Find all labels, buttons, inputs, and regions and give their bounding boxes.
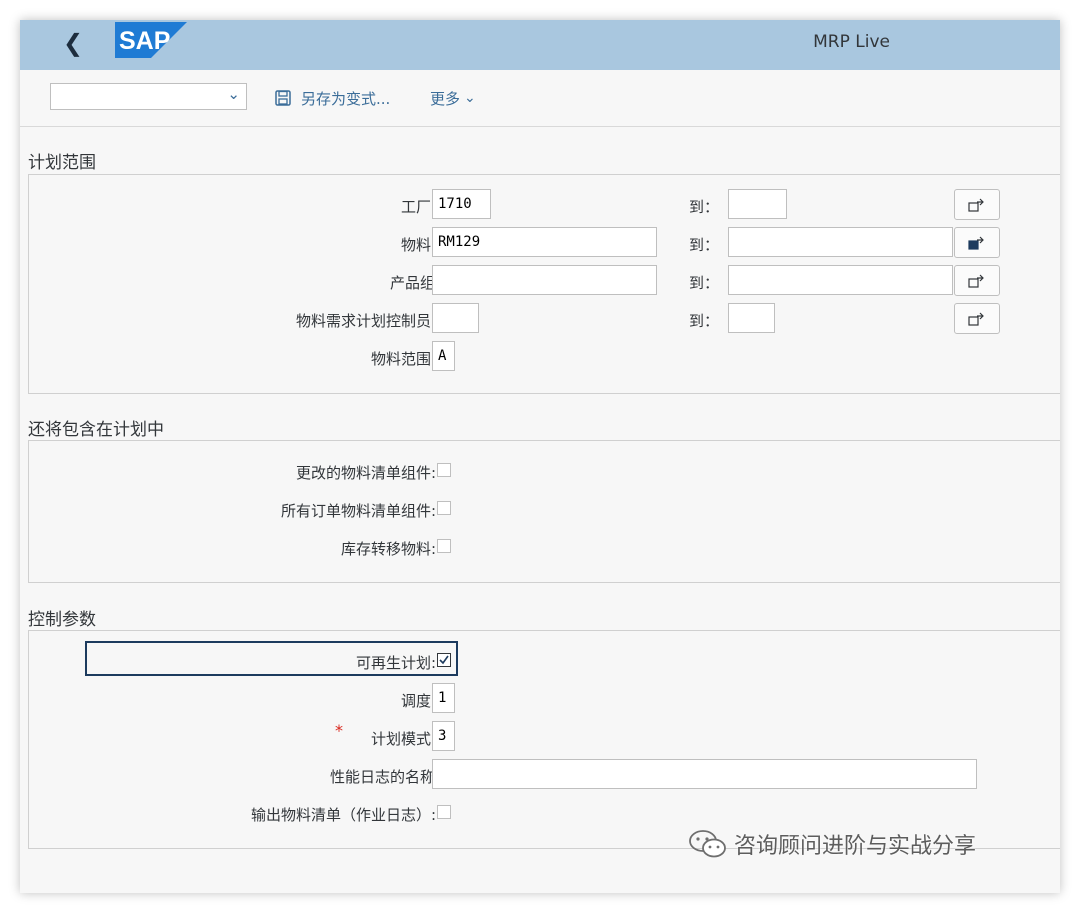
product-group-from-input[interactable]: [432, 265, 657, 295]
multiple-selection-icon: [968, 274, 984, 288]
back-button[interactable]: ❮: [58, 28, 88, 58]
all-order-bom-components-label: 所有订单物料清单组件:: [280, 502, 436, 520]
changed-bom-components-checkbox[interactable]: [437, 463, 451, 477]
output-bom-job-log-checkbox[interactable]: [437, 805, 451, 819]
output-bom-job-log-label: 输出物料清单（作业日志）:: [250, 806, 436, 824]
focus-indicator: [85, 641, 458, 676]
save-as-variant-button[interactable]: 另存为变式...: [275, 86, 390, 110]
mrp-controller-to-input[interactable]: [728, 303, 775, 333]
chevron-down-icon: ⌄: [464, 90, 476, 106]
material-label: 物料:: [400, 236, 436, 254]
material-to-label: 到：: [689, 236, 720, 254]
changed-bom-components-label: 更改的物料清单组件:: [295, 464, 436, 482]
multiple-selection-icon: [968, 198, 984, 212]
save-as-variant-label: 另存为变式...: [301, 89, 391, 108]
stock-transfer-materials-checkbox[interactable]: [437, 539, 451, 553]
group-also-include: 更改的物料清单组件: 所有订单物料清单组件: 库存转移物料:: [28, 440, 1060, 583]
product-group-to-label: 到：: [689, 274, 720, 292]
section-title-planning-scope: 计划范围: [28, 153, 96, 173]
svg-text:SAP: SAP: [119, 27, 170, 55]
plant-multiple-selection-button[interactable]: [954, 189, 1000, 220]
variant-toolbar: ⌄ 另存为变式... 更多 ⌄: [20, 70, 1060, 127]
mrp-controller-to-label: 到：: [689, 312, 720, 330]
mrp-controller-multiple-selection-button[interactable]: [954, 303, 1000, 334]
wechat-icon: [689, 830, 726, 858]
material-to-input[interactable]: [728, 227, 953, 257]
wechat-watermark: 咨询顾问进阶与实战分享: [688, 828, 976, 860]
all-order-bom-components-checkbox[interactable]: [437, 501, 451, 515]
planning-mode-input[interactable]: 3: [432, 721, 455, 751]
mrp-controller-label: 物料需求计划控制员:: [295, 312, 436, 330]
material-scope-label: 物料范围:: [370, 350, 436, 368]
chevron-down-icon: ⌄: [227, 85, 240, 103]
scheduling-input[interactable]: 1: [432, 683, 455, 713]
chevron-left-icon: ❮: [62, 29, 84, 57]
more-label: 更多: [430, 89, 461, 108]
floppy-disk-icon: [275, 90, 291, 106]
variant-select[interactable]: ⌄: [50, 83, 247, 110]
watermark-text: 咨询顾问进阶与实战分享: [734, 834, 977, 859]
planning-mode-label: 计划模式:: [370, 730, 436, 748]
product-group-multiple-selection-button[interactable]: [954, 265, 1000, 296]
more-button[interactable]: 更多 ⌄: [430, 86, 476, 110]
performance-log-name-input[interactable]: [432, 759, 977, 789]
multiple-selection-icon: [968, 312, 984, 326]
material-from-input[interactable]: RM129: [432, 227, 657, 257]
material-scope-input[interactable]: A: [432, 341, 455, 371]
shell-bar: ❮ SAP MRP Live: [20, 20, 1060, 70]
plant-from-input[interactable]: 1710: [432, 189, 491, 219]
app-title: MRP Live: [813, 32, 890, 52]
sap-logo: SAP: [115, 22, 187, 58]
multiple-selection-active-icon: [968, 236, 984, 250]
required-marker: *: [335, 721, 343, 740]
section-title-control-params: 控制参数: [28, 610, 96, 630]
scheduling-label: 调度:: [400, 692, 436, 710]
product-group-to-input[interactable]: [728, 265, 953, 295]
app-frame: ❮ SAP MRP Live ⌄ 另存为变式... 更多 ⌄ 计划范围 工厂: …: [20, 20, 1060, 893]
stock-transfer-materials-label: 库存转移物料:: [340, 540, 436, 558]
section-title-also-include: 还将包含在计划中: [28, 420, 164, 440]
material-multiple-selection-button[interactable]: [954, 227, 1000, 258]
plant-to-label: 到：: [689, 198, 720, 216]
mrp-controller-from-input[interactable]: [432, 303, 479, 333]
group-planning-scope: 工厂: 1710 到： 物料: RM129 到： 产品组： 到： 物料需求计划控…: [28, 174, 1060, 394]
plant-label: 工厂:: [400, 198, 436, 216]
plant-to-input[interactable]: [728, 189, 787, 219]
